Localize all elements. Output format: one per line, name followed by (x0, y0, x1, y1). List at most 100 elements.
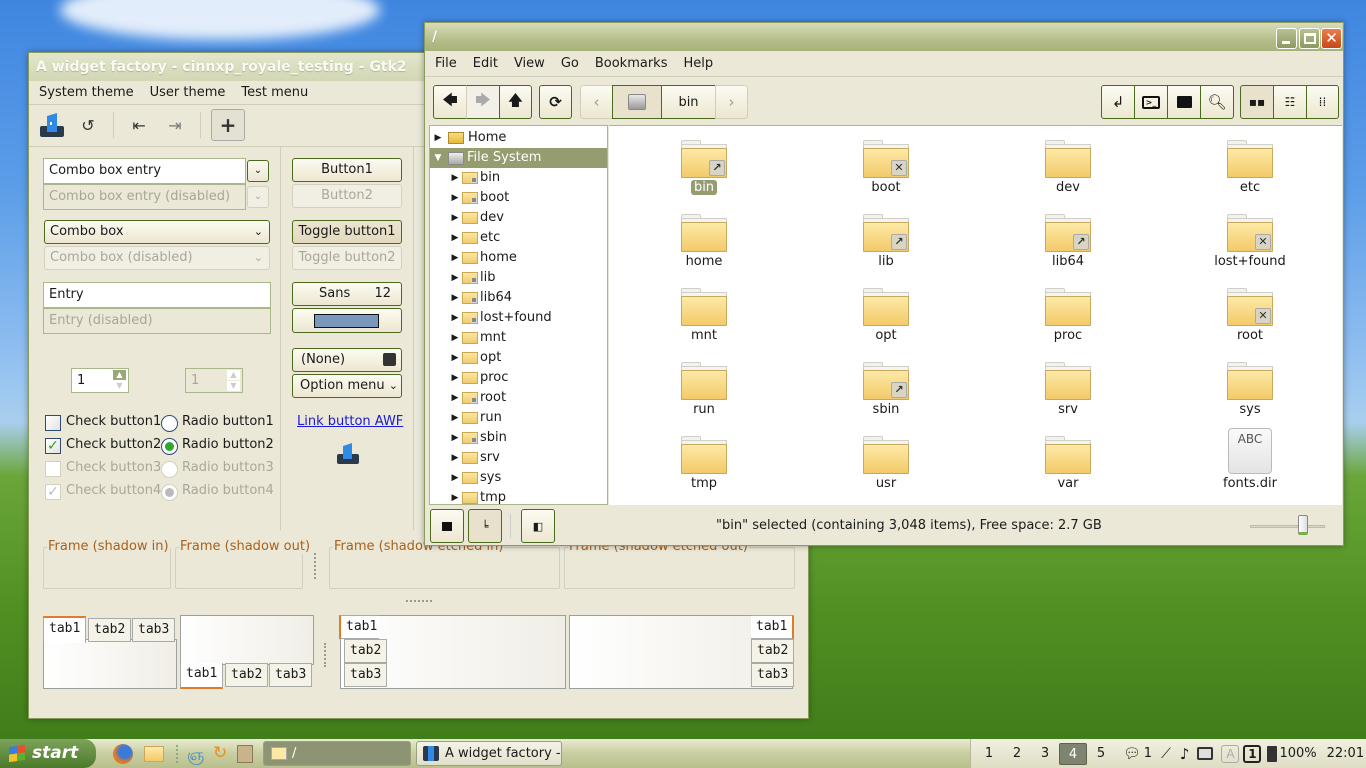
tab-right-2[interactable]: tab2 (751, 639, 795, 663)
compact-view-button[interactable]: ⁞⁞ (1306, 85, 1339, 119)
tab-left-2[interactable]: tab2 (344, 639, 388, 663)
expander-icon[interactable]: ▶ (450, 468, 460, 488)
file-item[interactable]: srv (1023, 362, 1113, 417)
sidebar-tree-item[interactable]: ▶ lib64 (430, 288, 607, 308)
sidebar-tree-item[interactable]: ▶ bin (430, 168, 607, 188)
sidebar-tree-item[interactable]: ▶ home (430, 248, 607, 268)
sidebar-tree-item[interactable]: ▶ etc (430, 228, 607, 248)
font-button[interactable]: Sans 12 (292, 282, 402, 306)
pane-handle[interactable] (324, 643, 326, 667)
zoom-slider-handle[interactable] (1297, 515, 1308, 535)
sidebar-tree-item[interactable]: ▶ root (430, 388, 607, 408)
workspace-1[interactable]: 1 (975, 743, 1003, 765)
combo-box[interactable]: Combo box ⌄ (44, 220, 270, 244)
spin-button[interactable]: 1 ▲ ▼ (71, 368, 129, 393)
reload-button[interactable]: ⟳ (539, 85, 572, 119)
link-button[interactable]: Link button AWF (297, 414, 403, 429)
entry-input[interactable]: Entry (43, 282, 271, 308)
sidebar-tree-item[interactable]: ▶ sys (430, 468, 607, 488)
file-item[interactable]: ↗ sbin (841, 362, 931, 417)
tab-top-2[interactable]: tab2 (88, 618, 132, 642)
input-method-icon[interactable]: A (1221, 744, 1240, 763)
file-item[interactable]: dev (1023, 140, 1113, 195)
close-button[interactable]: ✕ (1321, 28, 1342, 49)
app-icon[interactable] (37, 110, 67, 140)
tab-bottom-2[interactable]: tab2 (225, 663, 269, 687)
expander-icon[interactable]: ▶ (450, 188, 460, 208)
sidebar-tree-item[interactable]: ▶ run (430, 408, 607, 428)
tab-left-3[interactable]: tab3 (344, 663, 388, 687)
icon-view[interactable]: ↗ bin ✕ boot dev etc home ↗ lib ↗ lib64 ✕ lost+found… (609, 125, 1342, 505)
check-button-2-label[interactable]: Check button2 (66, 437, 161, 452)
pane-handle[interactable] (314, 553, 316, 579)
sidebar-tree-item[interactable]: ▶ proc (430, 368, 607, 388)
color-button[interactable] (292, 308, 402, 333)
spin-down-icon[interactable]: ▼ (113, 381, 126, 391)
combo-box-entry-dropdown[interactable]: ⌄ (247, 160, 269, 182)
expander-icon[interactable]: ▶ (450, 248, 460, 268)
display-icon[interactable] (1197, 747, 1214, 760)
refresh-icon[interactable]: ↺ (73, 110, 103, 140)
expander-icon[interactable]: ▶ (450, 268, 460, 288)
file-item[interactable]: tmp (659, 436, 749, 491)
file-item[interactable]: etc (1205, 140, 1295, 195)
new-folder-button[interactable] (1167, 85, 1201, 119)
combo-box-entry-input[interactable]: Combo box entry (43, 158, 246, 184)
clipboard-icon[interactable] (237, 745, 253, 763)
tab-left-1[interactable]: tab1 (339, 615, 379, 639)
file-item[interactable]: ↗ bin (659, 140, 749, 195)
sidebar-item-file-system[interactable]: ▼ File System (430, 148, 607, 168)
sidebar-tree-item[interactable]: ▶ opt (430, 348, 607, 368)
expander-icon[interactable]: ▶ (450, 388, 460, 408)
updater-icon[interactable]: ↻ (213, 743, 227, 763)
menu-bookmarks[interactable]: Bookmarks (585, 56, 674, 71)
button-1[interactable]: Button1 (292, 158, 402, 182)
file-item[interactable]: run (659, 362, 749, 417)
add-icon[interactable]: + (211, 109, 245, 141)
workspace-5[interactable]: 5 (1087, 743, 1115, 765)
file-item[interactable]: usr (841, 436, 931, 491)
menu-system-theme[interactable]: System theme (29, 85, 140, 100)
expander-icon[interactable]: ▶ (450, 288, 460, 308)
expander-icon[interactable]: ▶ (450, 428, 460, 448)
path-bin-button[interactable]: bin (661, 85, 716, 119)
menu-help[interactable]: Help (673, 56, 719, 71)
sidebar-item-home[interactable]: ▶ Home (430, 128, 607, 148)
toggle-button-1[interactable]: Toggle button1 (292, 220, 402, 244)
menu-test-menu[interactable]: Test menu (231, 85, 314, 100)
toggle-sidebar-button[interactable]: ◧ (521, 509, 555, 543)
sidebar-tree-item[interactable]: ▶ sbin (430, 428, 607, 448)
back-button[interactable]: 🡄 (433, 85, 467, 119)
expander-icon[interactable]: ▶ (450, 408, 460, 428)
check-button-1-label[interactable]: Check button1 (66, 414, 161, 429)
battery-icon[interactable] (1267, 745, 1278, 762)
list-view-button[interactable]: ☷ (1273, 85, 1307, 119)
sidebar-tree-item[interactable]: ▶ lib (430, 268, 607, 288)
task-widget-factory[interactable]: A widget factory - c... (416, 741, 562, 766)
tab-bottom-3[interactable]: tab3 (269, 663, 313, 687)
zoom-slider[interactable] (1250, 525, 1325, 528)
notification-icon[interactable]: 💬︎ (1123, 746, 1141, 762)
start-button[interactable]: start (0, 739, 96, 768)
workspace-4[interactable]: 4 (1059, 742, 1087, 765)
file-item[interactable]: ✕ root (1205, 288, 1295, 343)
up-button[interactable]: 🡅 (499, 85, 532, 119)
file-manager-launcher-icon[interactable] (144, 746, 164, 762)
path-scroll-left[interactable]: ‹ (580, 85, 613, 119)
expander-icon[interactable]: ▶ (450, 168, 460, 188)
window-title[interactable]: / (425, 23, 1343, 51)
expander-icon[interactable]: ▶ (450, 368, 460, 388)
sidebar-tree-item[interactable]: ▶ mnt (430, 328, 607, 348)
sidebar-tree[interactable]: ▶ Home ▼ File System ▶ bin ▶ boot ▶ dev ▶ etc ▶ h… (429, 125, 608, 505)
side-pane-places-button[interactable] (430, 509, 464, 543)
path-root-button[interactable] (612, 85, 662, 119)
tab-bottom-1[interactable]: tab1 (180, 663, 224, 689)
tab-right-1[interactable]: tab1 (751, 615, 794, 639)
menu-go[interactable]: Go (551, 56, 585, 71)
check-button-1[interactable] (45, 415, 61, 431)
minimize-button[interactable] (1276, 28, 1297, 49)
expander-icon[interactable]: ▶ (433, 128, 443, 148)
tab-top-1[interactable]: tab1 (43, 616, 87, 643)
check-button-2[interactable]: ✓ (45, 438, 61, 454)
network-icon[interactable]: ⟋ (1161, 746, 1171, 762)
